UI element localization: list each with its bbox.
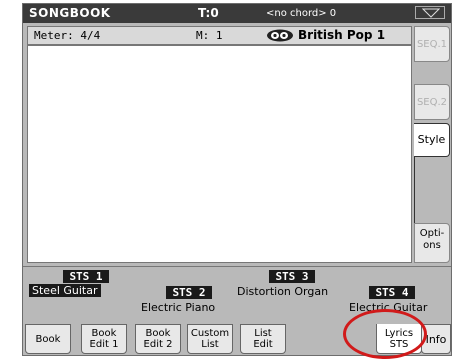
tab-custom-list[interactable]: Custom List (187, 324, 233, 354)
chord-display: <no chord> 0 (266, 8, 337, 19)
tab-book-label: Book (35, 333, 61, 345)
sts3-button[interactable]: Distortion Organ (237, 285, 328, 298)
tab-custom-list-label-1: Custom (190, 328, 230, 339)
tab-options-label-2: ons (423, 240, 441, 251)
tab-style[interactable]: Style (414, 123, 450, 157)
sts2-button[interactable]: Electric Piano (141, 301, 215, 314)
title-bar: SONGBOOK T:0 <no chord> 0 (23, 4, 451, 23)
tab-custom-list-label-2: List (201, 339, 219, 350)
tab-seq1[interactable]: SEQ.1 (414, 26, 450, 62)
side-tab-divider (414, 157, 451, 223)
bottom-tab-bar: Book Book Edit 1 Book Edit 2 Custom List… (23, 324, 451, 355)
sts4-badge: STS 4 (369, 286, 415, 299)
tab-options[interactable]: Opti- ons (414, 223, 450, 263)
tab-seq2[interactable]: SEQ.2 (414, 84, 450, 120)
tab-options-label-1: Opti- (419, 228, 445, 239)
measure-readout: M: 1 (196, 29, 223, 42)
style-icon (266, 29, 294, 45)
tab-info[interactable]: Info (421, 324, 451, 354)
tab-lyrics-sts-label-2: STS (389, 338, 409, 350)
tab-book-edit-2-label-1: Book (145, 328, 171, 339)
tab-book-edit-1-label-1: Book (91, 328, 117, 339)
sts3-badge: STS 3 (269, 270, 315, 283)
tab-style-label: Style (417, 133, 446, 146)
tab-book[interactable]: Book (25, 324, 71, 354)
tab-list-edit-label-1: List (254, 328, 272, 339)
tab-book-edit-1-label-2: Edit 1 (89, 339, 119, 350)
app-title: SONGBOOK (29, 6, 111, 20)
tempo-display: T:0 (198, 6, 219, 20)
tab-lyrics-sts[interactable]: Lyrics STS (376, 324, 422, 354)
meter-readout: Meter: 4/4 (34, 29, 101, 42)
tab-seq2-label: SEQ.2 (416, 97, 448, 108)
style-name[interactable]: British Pop 1 (298, 28, 385, 42)
tab-book-edit-1[interactable]: Book Edit 1 (81, 324, 127, 354)
triangle-down-icon (422, 8, 440, 18)
tab-seq1-label: SEQ.1 (416, 39, 448, 50)
sts2-badge: STS 2 (166, 286, 212, 299)
lyrics-display[interactable] (27, 45, 412, 263)
tab-list-edit-label-2: Edit (253, 339, 273, 350)
tab-lyrics-sts-label-1: Lyrics (384, 327, 414, 339)
sts4-button[interactable]: Electric Guitar (349, 301, 427, 314)
info-line: Meter: 4/4 M: 1 British Pop 1 (27, 26, 412, 45)
tab-book-edit-2[interactable]: Book Edit 2 (135, 324, 181, 354)
sts1-badge: STS 1 (63, 270, 109, 283)
page-menu-button[interactable] (415, 6, 445, 19)
tab-book-edit-2-label-2: Edit 2 (143, 339, 173, 350)
tab-info-label: Info (425, 332, 447, 346)
sts-panel: STS 1 Steel Guitar STS 2 Electric Piano … (23, 266, 451, 324)
tab-list-edit[interactable]: List Edit (240, 324, 286, 354)
sts1-button[interactable]: Steel Guitar (29, 284, 101, 297)
songbook-screen: SONGBOOK T:0 <no chord> 0 Meter: 4/4 M: … (22, 3, 452, 356)
